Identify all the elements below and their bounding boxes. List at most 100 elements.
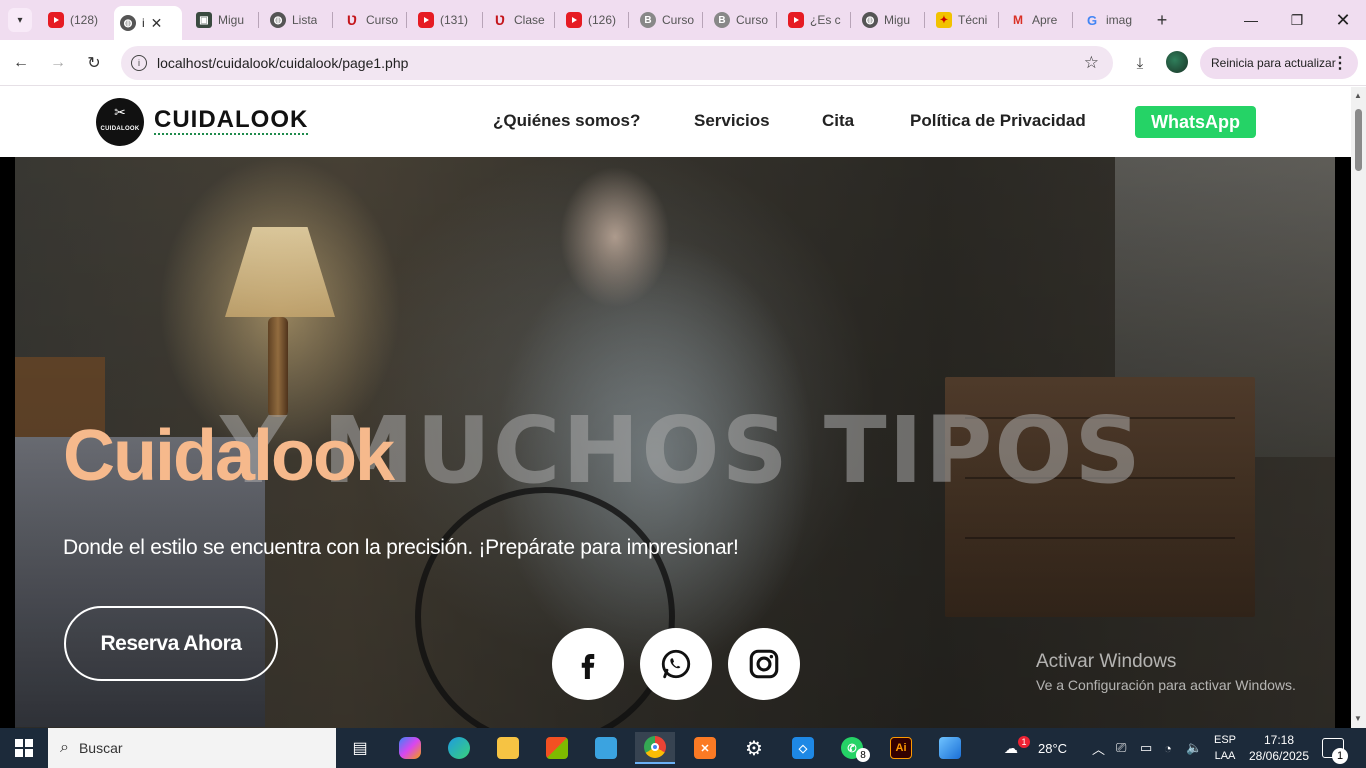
instagram-button[interactable] bbox=[728, 628, 800, 700]
microsoft-store-icon[interactable] bbox=[537, 732, 577, 764]
tab-title: Clase bbox=[514, 13, 545, 27]
clock-time: 17:18 bbox=[1263, 733, 1295, 747]
google-icon: G bbox=[1086, 12, 1098, 28]
reserve-button[interactable]: Reserva Ahora bbox=[64, 606, 278, 681]
browser-tab[interactable]: Ʋ Curso bbox=[338, 6, 400, 34]
start-button[interactable] bbox=[0, 728, 48, 768]
temperature-text: 28°C bbox=[1038, 740, 1068, 756]
back-button[interactable]: ← bbox=[8, 50, 34, 76]
tab-separator bbox=[554, 12, 555, 28]
globe-icon: ◍ bbox=[120, 15, 136, 31]
nav-privacy[interactable]: Política de Privacidad bbox=[910, 111, 1086, 131]
activation-subtitle: Ve a Configuración para activar Windows. bbox=[1036, 677, 1296, 693]
windows-activation-watermark: Activar Windows Ve a Configuración para … bbox=[1036, 651, 1296, 693]
browser-tab-strip: ▾ (128) ◍ i ✕ ▣ Migu ◍ Lista Ʋ Curso (13… bbox=[0, 0, 1366, 40]
edge-icon[interactable] bbox=[439, 732, 479, 764]
nav-about[interactable]: ¿Quiénes somos? bbox=[493, 111, 640, 131]
nav-services[interactable]: Servicios bbox=[694, 111, 770, 131]
file-explorer-icon[interactable] bbox=[488, 732, 528, 764]
facebook-icon bbox=[581, 654, 595, 679]
tab-title: Curso bbox=[662, 13, 695, 27]
menu-dots-icon[interactable]: ⋮ bbox=[1332, 53, 1348, 73]
page-viewport: ✂ CUIDALOOK CUIDALOOK ¿Quiénes somos? Se… bbox=[0, 87, 1351, 728]
photos-app-icon[interactable] bbox=[586, 732, 626, 764]
tab-separator bbox=[628, 12, 629, 28]
youtube-icon bbox=[566, 12, 582, 28]
bookmark-star-icon[interactable]: ☆ bbox=[1084, 53, 1099, 73]
show-hidden-icons-button[interactable]: ︿ bbox=[1092, 728, 1105, 768]
xampp-icon[interactable]: ✕ bbox=[685, 732, 725, 764]
facebook-button[interactable] bbox=[552, 628, 624, 700]
tab-search-button[interactable]: ▾ bbox=[8, 8, 32, 32]
forward-button[interactable]: → bbox=[45, 50, 71, 76]
nav-appointment[interactable]: Cita bbox=[822, 111, 854, 131]
wifi-icon[interactable]: ◔ bbox=[1164, 728, 1172, 768]
tab-separator bbox=[702, 12, 703, 28]
udemy-icon: Ʋ bbox=[494, 12, 506, 28]
weather-widget[interactable]: ☁ 1 28°C bbox=[1004, 728, 1067, 768]
logo-text: CUIDALOOK bbox=[100, 126, 140, 132]
browser-tab[interactable]: ✦ Técni bbox=[930, 6, 992, 34]
input-language[interactable]: ESP LAA bbox=[1212, 732, 1238, 764]
chrome-icon[interactable] bbox=[635, 732, 675, 764]
close-tab-icon[interactable]: ✕ bbox=[151, 15, 163, 32]
browser-tab[interactable]: ▣ Migu bbox=[190, 6, 252, 34]
restore-button[interactable]: ❐ bbox=[1274, 0, 1320, 40]
browser-tab[interactable]: B Curso bbox=[634, 6, 696, 34]
youtube-icon bbox=[788, 12, 804, 28]
weather-icon: ☁ bbox=[1004, 739, 1018, 756]
vscode-icon[interactable]: ◇ bbox=[783, 732, 823, 764]
url-text: localhost/cuidalook/cuidalook/page1.php bbox=[157, 55, 409, 71]
site-logo[interactable]: ✂ CUIDALOOK bbox=[96, 98, 144, 146]
browser-tab[interactable]: (126) bbox=[560, 6, 622, 34]
scroll-down-icon[interactable]: ▼ bbox=[1354, 714, 1362, 723]
battery-icon[interactable]: ▭ bbox=[1140, 728, 1152, 768]
whatsapp-button[interactable]: WhatsApp bbox=[1135, 106, 1256, 138]
browser-tab[interactable]: (131) bbox=[412, 6, 476, 34]
brand-name[interactable]: CUIDALOOK bbox=[154, 107, 309, 135]
profile-avatar[interactable] bbox=[1166, 51, 1188, 73]
copilot-icon[interactable] bbox=[390, 732, 430, 764]
download-icon[interactable]: ⤓ bbox=[1128, 51, 1152, 75]
hero-subtitle: Donde el estilo se encuentra con la prec… bbox=[63, 536, 739, 559]
scrollbar-thumb[interactable] bbox=[1355, 109, 1362, 171]
settings-gear-icon[interactable]: ⚙ bbox=[734, 732, 774, 764]
task-view-icon[interactable]: ▤ bbox=[340, 732, 380, 764]
paint-app-icon[interactable] bbox=[930, 732, 970, 764]
browser-tab[interactable]: B Curso bbox=[708, 6, 770, 34]
update-button[interactable]: Reinicia para actualizar ⋮ bbox=[1200, 47, 1358, 79]
browser-tab[interactable]: ◍ Migu bbox=[856, 6, 918, 34]
update-label: Reinicia para actualizar bbox=[1211, 56, 1336, 70]
browser-tab[interactable]: ◍ Lista bbox=[264, 6, 326, 34]
browser-tab[interactable]: G imag bbox=[1078, 6, 1140, 34]
browser-tab-active[interactable]: ◍ i ✕ bbox=[114, 6, 182, 40]
volume-icon[interactable]: 🔈 bbox=[1186, 728, 1202, 768]
camera-icon[interactable]: ⎚ bbox=[1116, 728, 1126, 768]
browser-tab[interactable]: Ʋ Clase bbox=[486, 6, 548, 34]
address-bar[interactable]: i localhost/cuidalook/cuidalook/page1.ph… bbox=[121, 46, 1113, 80]
browser-tab[interactable]: ¿Es c bbox=[782, 6, 844, 34]
tab-title: Lista bbox=[292, 13, 318, 27]
chevron-up-icon: ︿ bbox=[1092, 741, 1106, 757]
site-info-icon[interactable]: i bbox=[131, 55, 147, 71]
tab-title: Curso bbox=[366, 13, 399, 27]
whatsapp-social-button[interactable] bbox=[640, 628, 712, 700]
windows-taskbar: ⌕ Buscar ▤ ✕ ⚙ ◇ ✆ 8 Ai ☁ 1 28°C ︿ ⎚ ▭ ◔… bbox=[0, 728, 1366, 768]
udemy-icon: Ʋ bbox=[346, 12, 358, 28]
new-tab-button[interactable]: + bbox=[1150, 8, 1174, 32]
tab-title: Apre bbox=[1032, 13, 1058, 27]
browser-toolbar: ← → ↻ i localhost/cuidalook/cuidalook/pa… bbox=[0, 40, 1366, 86]
browser-tab[interactable]: M Apre bbox=[1004, 6, 1066, 34]
illustrator-icon[interactable]: Ai bbox=[881, 732, 921, 764]
close-window-button[interactable]: ✕ bbox=[1320, 0, 1366, 40]
browser-tab[interactable]: (128) bbox=[42, 6, 108, 34]
tab-separator bbox=[258, 12, 259, 28]
reload-button[interactable]: ↻ bbox=[81, 50, 107, 76]
tab-title: i bbox=[142, 16, 145, 30]
page-scrollbar[interactable]: ▲ ▼ bbox=[1351, 87, 1366, 728]
taskbar-search[interactable]: ⌕ Buscar bbox=[48, 728, 336, 768]
whatsapp-taskbar-icon[interactable]: ✆ 8 bbox=[832, 732, 872, 764]
system-clock[interactable]: 17:18 28/06/2025 bbox=[1246, 732, 1312, 764]
scroll-up-icon[interactable]: ▲ bbox=[1354, 91, 1362, 100]
minimize-button[interactable]: — bbox=[1228, 0, 1274, 40]
